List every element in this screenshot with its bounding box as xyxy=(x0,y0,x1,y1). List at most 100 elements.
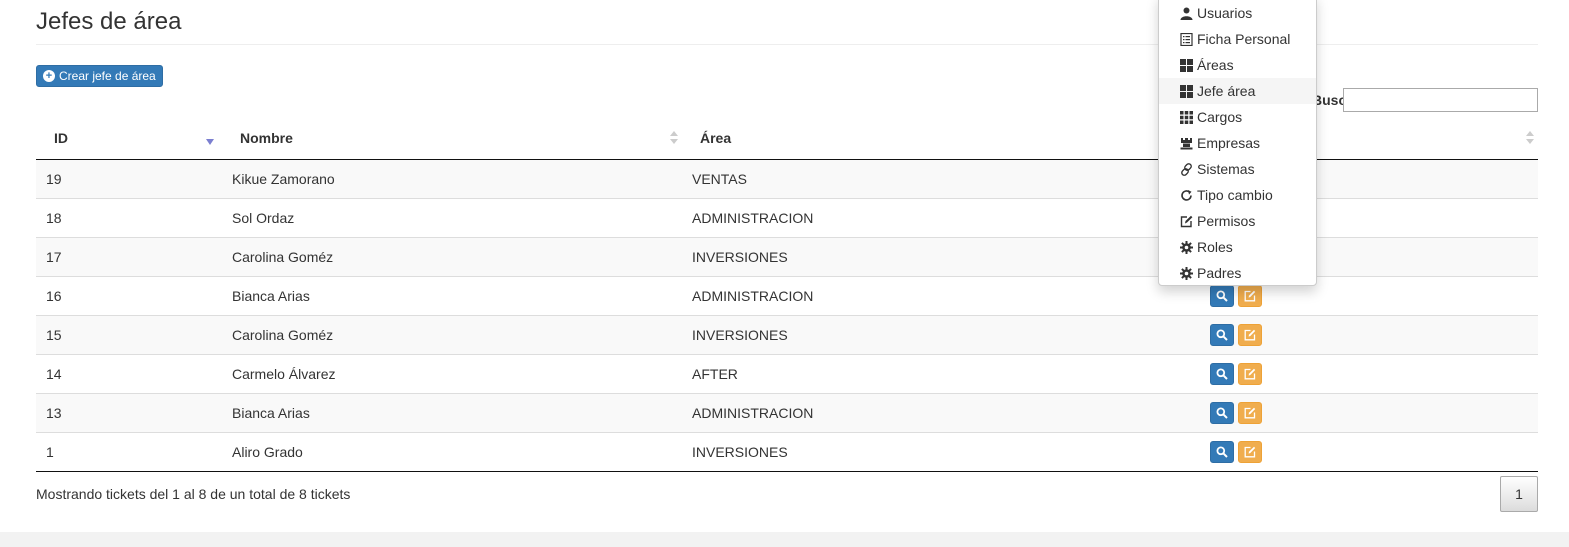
menu-item-label: Cargos xyxy=(1197,109,1243,125)
edit-button[interactable] xyxy=(1238,401,1262,424)
search-icon xyxy=(1216,368,1228,380)
menu-item-tipo-cambio[interactable]: Tipo cambio xyxy=(1159,182,1316,208)
cell-nombre: Sol Ordaz xyxy=(222,197,682,237)
menu-item-padres[interactable]: Padres xyxy=(1159,260,1316,286)
list-alt-icon xyxy=(1179,32,1193,46)
link-icon xyxy=(1179,162,1193,176)
row-actions xyxy=(1210,284,1262,307)
create-jefe-button[interactable]: + Crear jefe de área xyxy=(36,65,163,87)
cell-id: 14 xyxy=(36,353,222,393)
edit-icon xyxy=(1244,290,1256,302)
search-input[interactable] xyxy=(1343,88,1538,112)
cell-area-text: INVERSIONES xyxy=(692,326,788,343)
cell-area-text: INVERSIONES xyxy=(692,248,788,265)
menu-item-label: Padres xyxy=(1197,265,1242,281)
menu-item-usuarios[interactable]: Usuarios xyxy=(1159,0,1316,26)
edit-button[interactable] xyxy=(1238,362,1262,385)
menu-item-empresas[interactable]: Empresas xyxy=(1159,130,1316,156)
cell-area: ADMINISTRACION xyxy=(682,275,1539,315)
view-button[interactable] xyxy=(1210,440,1234,463)
plus-circle-icon: + xyxy=(43,70,55,82)
column-header-nombre-label: Nombre xyxy=(240,130,293,147)
cell-area: VENTAS xyxy=(682,159,1538,198)
row-actions xyxy=(1210,401,1262,424)
column-header-id-label: ID xyxy=(54,130,68,147)
view-button[interactable] xyxy=(1210,323,1234,346)
th-large-icon xyxy=(1179,58,1193,72)
cell-id: 17 xyxy=(36,236,222,276)
menu-item-label: Ficha Personal xyxy=(1197,31,1291,47)
row-actions xyxy=(1210,362,1262,385)
menu-item-label: Empresas xyxy=(1197,135,1261,151)
table-row: 1 Aliro Grado INVERSIONES xyxy=(36,431,1539,472)
cell-area-text: ADMINISTRACION xyxy=(692,287,814,304)
menu-item-sistemas[interactable]: Sistemas xyxy=(1159,156,1316,182)
create-jefe-label: Crear jefe de área xyxy=(59,69,156,83)
row-actions xyxy=(1210,440,1262,463)
search-icon xyxy=(1216,446,1228,458)
sort-desc-icon xyxy=(206,139,214,145)
cell-nombre: Carmelo Álvarez xyxy=(222,353,682,393)
menu-item-roles[interactable]: Roles xyxy=(1159,234,1316,260)
cog-icon xyxy=(1179,266,1193,280)
cell-area: AFTER xyxy=(682,353,1539,393)
table-row: 14 Carmelo Álvarez AFTER xyxy=(36,353,1539,393)
view-button[interactable] xyxy=(1210,362,1234,385)
column-header-area[interactable]: Área xyxy=(682,118,1539,160)
view-button[interactable] xyxy=(1210,401,1234,424)
edit-button[interactable] xyxy=(1238,440,1262,463)
row-actions xyxy=(1210,323,1262,346)
cell-area-text: VENTAS xyxy=(692,170,747,187)
column-header-id[interactable]: ID xyxy=(36,118,222,160)
menu-item-label: Usuarios xyxy=(1197,5,1253,21)
menu-item-label: Jefe área xyxy=(1197,83,1256,99)
tower-icon xyxy=(1179,136,1193,150)
cell-nombre: Kikue Zamorano xyxy=(232,170,335,187)
cog-icon xyxy=(1179,240,1193,254)
menu-item-permisos[interactable]: Permisos xyxy=(1159,208,1316,234)
cell-id: 15 xyxy=(36,314,222,354)
menu-item-label: Sistemas xyxy=(1197,161,1255,177)
menu-item-label: Permisos xyxy=(1197,213,1256,229)
cell-area-text: ADMINISTRACION xyxy=(692,404,814,421)
edit-button[interactable] xyxy=(1238,284,1262,307)
edit-icon xyxy=(1244,446,1256,458)
cell-id: 19 xyxy=(46,170,62,187)
menu-item-label: Áreas xyxy=(1197,57,1234,73)
cell-area-text: AFTER xyxy=(692,365,738,382)
edit-icon xyxy=(1179,214,1193,228)
cell-area: ADMINISTRACION xyxy=(682,197,1539,237)
pagination-page-1[interactable]: 1 xyxy=(1500,476,1538,512)
page-title: Jefes de área xyxy=(36,8,182,35)
page: Jefes de área + Crear jefe de área Busca… xyxy=(0,0,1569,532)
cell-id: 1 xyxy=(36,431,222,472)
admin-dropdown-menu: Usuarios Ficha Personal Áreas Jefe área Carg… xyxy=(1158,0,1317,286)
column-header-nombre[interactable]: Nombre xyxy=(222,118,682,160)
view-button[interactable] xyxy=(1210,284,1234,307)
cell-nombre: Carolina Goméz xyxy=(222,314,682,354)
menu-item-label: Tipo cambio xyxy=(1197,187,1273,203)
table-row: 15 Carolina Goméz INVERSIONES xyxy=(36,314,1539,354)
edit-button[interactable] xyxy=(1238,323,1262,346)
cell-area: INVERSIONES xyxy=(682,314,1539,354)
search-icon xyxy=(1216,290,1228,302)
cell-area-text: ADMINISTRACION xyxy=(692,209,814,226)
edit-icon xyxy=(1244,407,1256,419)
cell-nombre: Aliro Grado xyxy=(222,431,682,472)
cell-id: 13 xyxy=(36,392,222,432)
th-icon xyxy=(1179,110,1193,124)
refresh-icon xyxy=(1179,188,1193,202)
th-large-icon xyxy=(1179,84,1193,98)
menu-item-jefe-area[interactable]: Jefe área xyxy=(1159,78,1316,104)
menu-item-ficha-personal[interactable]: Ficha Personal xyxy=(1159,26,1316,52)
sort-icon xyxy=(1526,131,1535,145)
cell-nombre: Bianca Arias xyxy=(222,392,682,432)
cell-area: INVERSIONES xyxy=(682,431,1539,472)
search-icon xyxy=(1216,407,1228,419)
menu-item-cargos[interactable]: Cargos xyxy=(1159,104,1316,130)
cell-nombre: Carolina Goméz xyxy=(222,236,682,276)
table-row: 13 Bianca Arias ADMINISTRACION xyxy=(36,392,1539,432)
menu-item-areas[interactable]: Áreas xyxy=(1159,52,1316,78)
user-icon xyxy=(1179,6,1193,20)
cell-area-text: INVERSIONES xyxy=(692,443,788,460)
